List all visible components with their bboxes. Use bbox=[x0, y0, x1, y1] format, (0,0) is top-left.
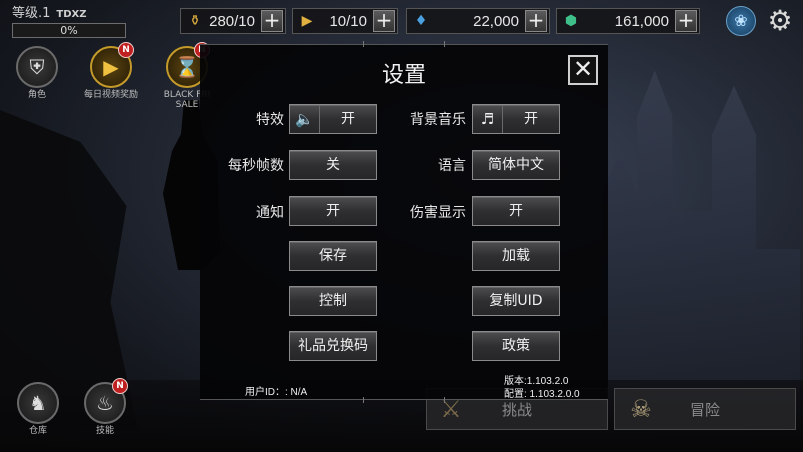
gift-code-button[interactable]: 礼品兑换码 bbox=[289, 331, 377, 361]
player-name: TDXZ bbox=[56, 9, 87, 20]
skills-label: 技能 bbox=[95, 426, 114, 436]
player-info: 等级.1 TDXZ 0% bbox=[12, 2, 126, 38]
close-button[interactable]: ✕ bbox=[568, 55, 598, 85]
add-video-button[interactable]: + bbox=[373, 10, 395, 32]
copy-uid-button[interactable]: 复制UID bbox=[472, 286, 560, 316]
gear-icon[interactable]: ⚙ bbox=[764, 6, 796, 38]
xp-bar: 0% bbox=[12, 23, 126, 38]
policy-button[interactable]: 政策 bbox=[472, 331, 560, 361]
blue-crystal-value: 22,000 bbox=[473, 12, 519, 30]
daily-video-button[interactable]: ▶ N 每日视频奖励 bbox=[76, 42, 146, 100]
notify-toggle[interactable]: 开 bbox=[289, 196, 377, 226]
save-button[interactable]: 保存 bbox=[289, 241, 377, 271]
daily-video-label: 每日视频奖励 bbox=[83, 90, 138, 100]
knight-helmet-icon: ♞ bbox=[17, 382, 59, 424]
add-green-gem-button[interactable]: + bbox=[675, 10, 697, 32]
warehouse-label: 仓库 bbox=[28, 426, 47, 436]
castle-background bbox=[602, 70, 800, 420]
adventure-button[interactable]: ☠ 冒险 bbox=[614, 388, 796, 430]
role-label: 角色 bbox=[27, 90, 46, 100]
gold-resource: ⚱ 280/10 + bbox=[180, 8, 286, 34]
skull-emblem-icon: ☠ bbox=[630, 395, 652, 423]
language-select[interactable]: 简体中文 bbox=[472, 150, 560, 180]
dialog-title: 设置 bbox=[381, 63, 426, 88]
green-gem-icon: ⬢ bbox=[564, 13, 578, 29]
music-note-icon: ♬ bbox=[473, 105, 503, 133]
blue-crystal-icon: ♦ bbox=[414, 13, 428, 29]
gold-coin-icon: ⚱ bbox=[189, 13, 201, 29]
bgm-toggle[interactable]: ♬ 开 bbox=[472, 104, 560, 134]
load-button[interactable]: 加载 bbox=[472, 241, 560, 271]
adventure-label: 冒险 bbox=[689, 400, 720, 419]
effects-toggle[interactable]: 🔈 开 bbox=[289, 104, 377, 134]
settings-dialog: 设置 ✕ 特效 🔈 开 背景音乐 ♬ 开 每秒帧数 关 语言 简体中文 通知 开… bbox=[200, 41, 608, 403]
damage-label: 伤害显示 bbox=[410, 205, 466, 221]
add-gold-button[interactable]: + bbox=[261, 10, 283, 32]
green-gem-value: 161,000 bbox=[614, 12, 669, 30]
challenge-label: 挑战 bbox=[501, 400, 532, 419]
gold-value: 280/10 bbox=[209, 12, 255, 30]
blue-crystal-resource: ♦ 22,000 + bbox=[406, 8, 550, 34]
config-text: 配置: 1.103.2.0.0 bbox=[504, 389, 580, 400]
fps-toggle[interactable]: 关 bbox=[289, 150, 377, 180]
control-button[interactable]: 控制 bbox=[289, 286, 377, 316]
video-resource: ▶ 10/10 + bbox=[292, 8, 398, 34]
green-gem-resource: ⬢ 161,000 + bbox=[556, 8, 700, 34]
xp-percent: 0% bbox=[60, 24, 78, 37]
skills-button[interactable]: ♨ N 技能 bbox=[70, 378, 140, 436]
player-level: 等级.1 bbox=[12, 6, 51, 21]
speaker-icon: 🔈 bbox=[290, 105, 320, 133]
user-id: 用户ID：: N/A bbox=[245, 387, 308, 398]
lotus-icon[interactable]: ❀ bbox=[726, 6, 756, 36]
warehouse-button[interactable]: ♞ 仓库 bbox=[3, 382, 73, 436]
language-label: 语言 bbox=[438, 158, 466, 174]
new-badge: N bbox=[112, 378, 128, 394]
video-ticket-icon: ▶ bbox=[301, 13, 313, 29]
add-blue-crystal-button[interactable]: + bbox=[525, 10, 547, 32]
notify-label: 通知 bbox=[256, 205, 284, 221]
video-value: 10/10 bbox=[329, 12, 367, 30]
new-badge: N bbox=[118, 42, 134, 58]
fps-label: 每秒帧数 bbox=[228, 158, 284, 174]
damage-toggle[interactable]: 开 bbox=[472, 196, 560, 226]
role-button[interactable]: ⛨ 角色 bbox=[2, 46, 72, 100]
helmet-icon: ⛨ bbox=[16, 46, 58, 88]
effects-label: 特效 bbox=[256, 112, 284, 128]
bgm-label: 背景音乐 bbox=[410, 112, 466, 128]
